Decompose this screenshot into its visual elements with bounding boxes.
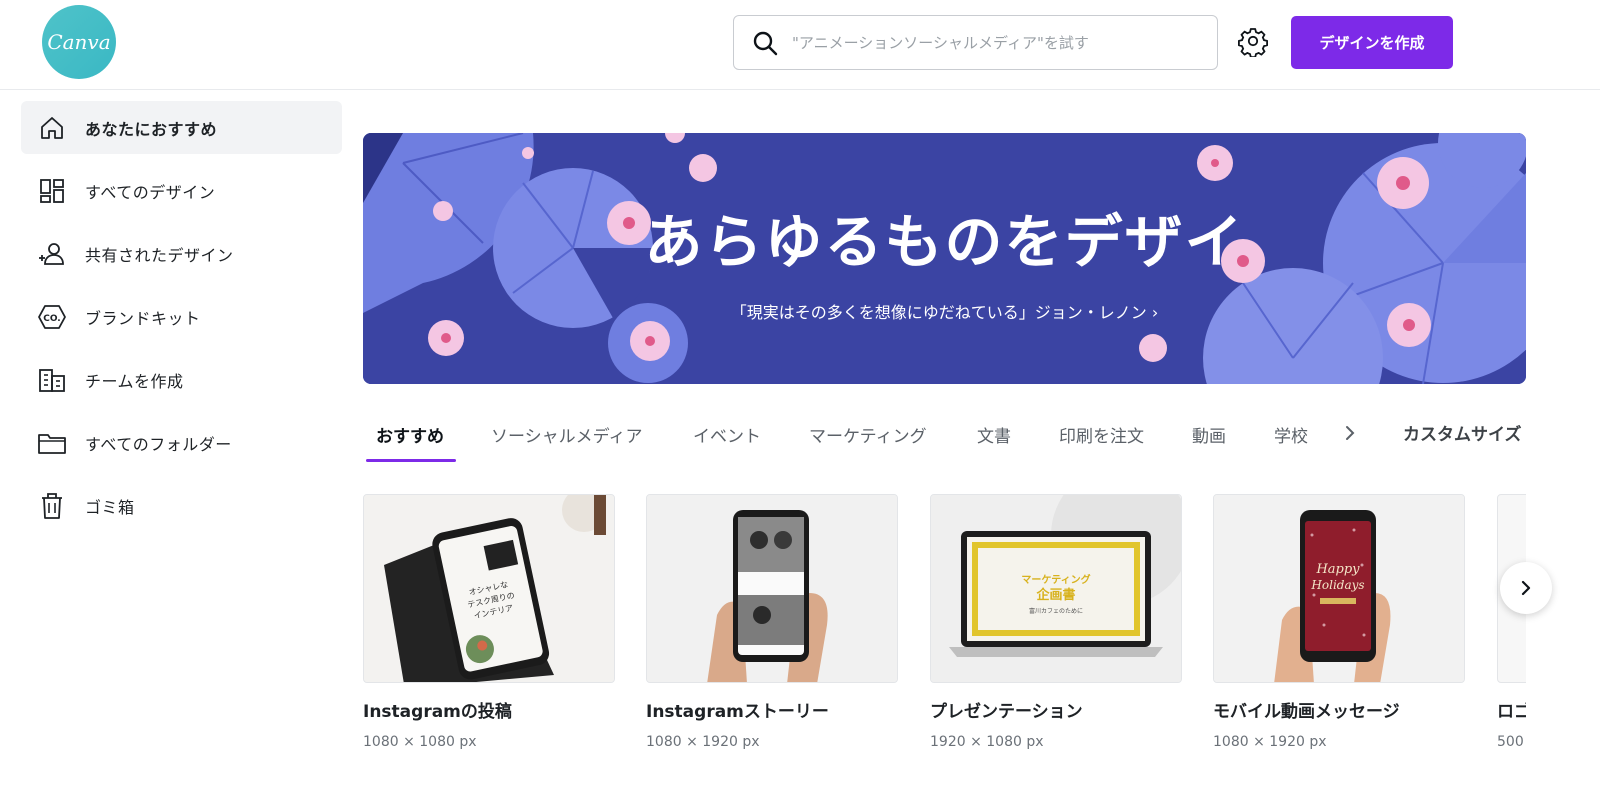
folder-icon	[37, 428, 67, 458]
active-tab-indicator	[366, 459, 456, 462]
template-size: 1080 × 1080 px	[363, 734, 477, 750]
chevron-right-icon	[1521, 580, 1531, 596]
shared-users-icon	[37, 239, 67, 269]
template-thumbnail: マーケティング 企画書 富川カフェのために	[930, 494, 1182, 683]
template-name: ロゴ	[1497, 702, 1526, 722]
template-size: 1080 × 1920 px	[1213, 734, 1327, 750]
template-thumbnail: Happy Holidays	[1213, 494, 1465, 683]
template-card[interactable]: オシャレな テスク周りの インテリア Instagramの投稿 1080 × 1…	[363, 494, 615, 750]
sidebar-item-brand-kit[interactable]: CO. ブランドキット	[21, 290, 342, 343]
thumb-text: Holidays	[1310, 578, 1364, 592]
sidebar-item-all-folders[interactable]: すべてのフォルダー	[21, 416, 342, 469]
chevron-right-icon[interactable]	[1340, 422, 1360, 444]
sidebar-item-label: すべてのフォルダー	[85, 434, 232, 454]
sidebar-item-all-designs[interactable]: すべてのデザイン	[21, 164, 342, 217]
tab-print-order[interactable]: 印刷を注文	[1059, 422, 1144, 447]
template-card[interactable]: Instagramストーリー 1080 × 1920 px	[646, 494, 898, 750]
banner-title: あらゆるものをデザイ	[644, 208, 1245, 276]
category-tabs: おすすめ ソーシャルメディア イベント マーケティング 文書 印刷を注文 動画 …	[363, 410, 1526, 466]
grid-icon	[37, 176, 67, 206]
sidebar-item-label: 共有されたデザイン	[85, 245, 234, 265]
sidebar-item-label: すべてのデザイン	[85, 182, 216, 202]
template-name: モバイル動画メッセージ	[1213, 702, 1400, 722]
sidebar-item-label: あなたにおすすめ	[85, 119, 218, 139]
template-name: Instagramストーリー	[646, 702, 829, 722]
search-input[interactable]	[792, 33, 1192, 52]
tab-social-media[interactable]: ソーシャルメディア	[491, 422, 642, 447]
template-thumbnail: オシャレな テスク周りの インテリア	[363, 494, 615, 683]
sidebar-item-label: チームを作成	[85, 371, 184, 391]
template-name: Instagramの投稿	[363, 702, 512, 722]
tab-events[interactable]: イベント	[693, 422, 761, 447]
tab-recommended[interactable]: おすすめ	[376, 422, 444, 447]
template-size: 1920 × 1080 px	[930, 734, 1044, 750]
trash-icon	[37, 491, 67, 521]
template-card[interactable]: ロゴ 500	[1497, 494, 1526, 750]
canva-logo[interactable]: Canva	[42, 5, 116, 79]
sidebar-item-create-team[interactable]: チームを作成	[21, 353, 342, 406]
sidebar-item-for-you[interactable]: あなたにおすすめ	[21, 101, 342, 154]
tab-documents[interactable]: 文書	[977, 422, 1011, 447]
search-icon	[753, 31, 778, 55]
logo-text: Canva	[47, 30, 111, 54]
tab-video[interactable]: 動画	[1192, 422, 1226, 447]
home-icon	[37, 113, 67, 143]
thumb-text: Happy	[1315, 562, 1360, 577]
sidebar-item-label: ゴミ箱	[85, 497, 135, 517]
brand-kit-icon: CO.	[37, 302, 67, 332]
svg-text:CO.: CO.	[43, 314, 60, 324]
template-size: 500	[1497, 734, 1524, 750]
building-icon	[37, 365, 67, 395]
banner-quote-link[interactable]: 「現実はその多くを想像にゆだねている」ジョン・レノン ›	[363, 299, 1526, 323]
gear-icon[interactable]	[1237, 25, 1269, 57]
search-box[interactable]	[733, 15, 1218, 70]
tab-school[interactable]: 学校	[1274, 422, 1308, 447]
template-card[interactable]: マーケティング 企画書 富川カフェのために プレゼンテーション 1920 × 1…	[930, 494, 1182, 750]
sidebar-item-trash[interactable]: ゴミ箱	[21, 479, 342, 532]
template-size: 1080 × 1920 px	[646, 734, 760, 750]
carousel-next-button[interactable]	[1500, 562, 1552, 614]
template-thumbnail	[646, 494, 898, 683]
tab-marketing[interactable]: マーケティング	[809, 422, 927, 447]
sidebar-item-shared[interactable]: 共有されたデザイン	[21, 227, 342, 280]
thumb-text: マーケティング	[1021, 573, 1090, 586]
top-header: Canva デザインを作成	[0, 0, 1600, 90]
create-design-button[interactable]: デザインを作成	[1291, 16, 1453, 69]
thumb-text: 富川カフェのために	[1029, 607, 1083, 615]
sidebar-item-label: ブランドキット	[85, 308, 201, 328]
template-name: プレゼンテーション	[930, 702, 1083, 722]
thumb-text: 企画書	[1035, 587, 1075, 603]
template-card[interactable]: Happy Holidays モバイル動画メッセージ 1080 × 1920 p…	[1213, 494, 1465, 750]
template-carousel: オシャレな テスク周りの インテリア Instagramの投稿 1080 × 1…	[363, 494, 1526, 774]
hero-banner[interactable]: あらゆるものをデザイ 「現実はその多くを想像にゆだねている」ジョン・レノン ›	[363, 133, 1526, 384]
custom-size-button[interactable]: カスタムサイズ	[1403, 420, 1522, 445]
